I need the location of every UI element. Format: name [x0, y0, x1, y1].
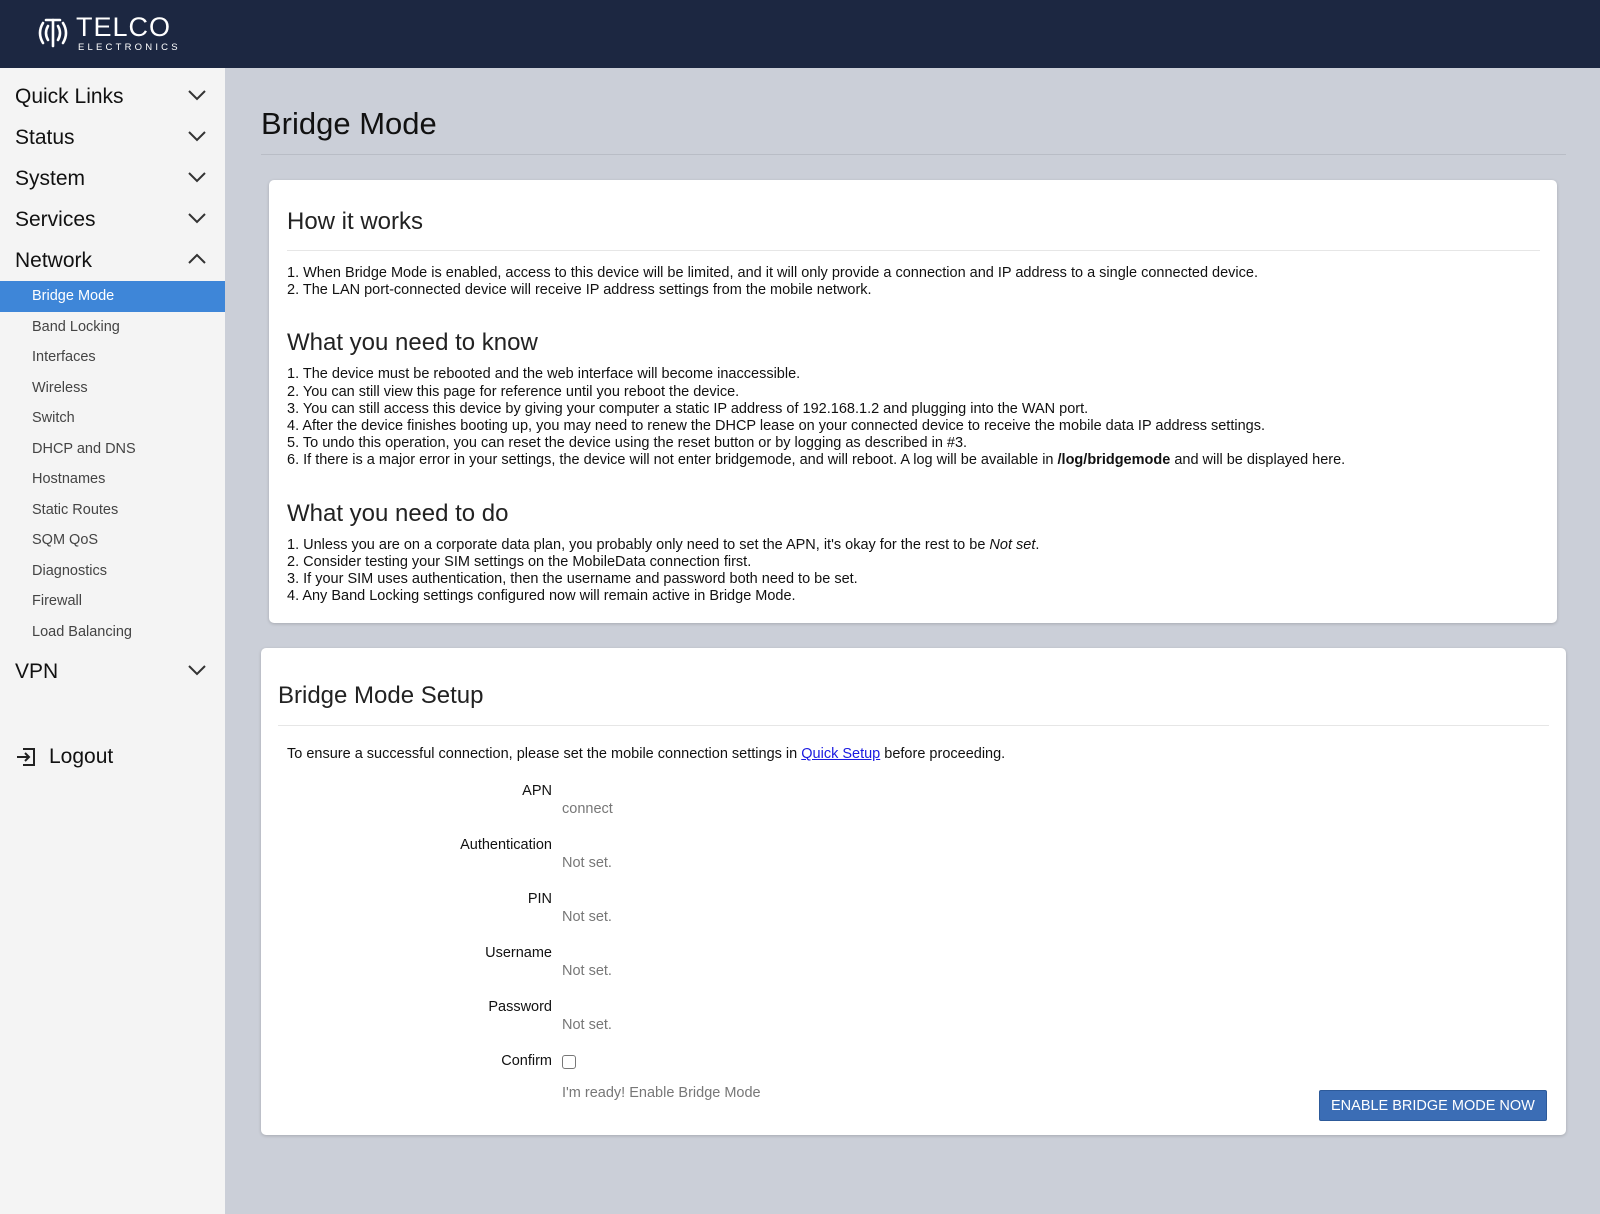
sidebar-section-services[interactable]: Services [0, 199, 225, 240]
how-it-works-heading: How it works [287, 208, 1540, 251]
list-item-text: . [1035, 536, 1040, 553]
how-it-works-list: 1. When Bridge Mode is enabled, access t… [287, 265, 1540, 299]
sidebar-item-firewall[interactable]: Firewall [0, 586, 225, 617]
setup-heading: Bridge Mode Setup [278, 682, 1549, 727]
list-item: 1. Unless you are on a corporate data pl… [287, 537, 1540, 554]
list-item: 5. To undo this operation, you can reset… [287, 435, 968, 452]
chevron-down-icon [188, 90, 206, 101]
list-item: 2. The LAN port-connected device will re… [287, 282, 872, 299]
list-item: 2. Consider testing your SIM settings on… [287, 553, 752, 570]
sidebar-item-bridge-mode[interactable]: Bridge Mode [0, 281, 225, 312]
info-card: How it works 1. When Bridge Mode is enab… [269, 180, 1557, 624]
chevron-down-icon [188, 213, 206, 224]
field-label: APN [522, 783, 552, 800]
field-username: Username Not set. [278, 945, 1549, 999]
field-password: Password Not set. [278, 999, 1549, 1053]
brand-tagline: ELECTRONICS [78, 42, 181, 53]
intro-text: To ensure a successful connection, pleas… [287, 746, 802, 763]
field-apn: APN connect [278, 783, 1549, 837]
page-title: Bridge Mode [261, 106, 1566, 155]
quick-setup-link[interactable]: Quick Setup [801, 746, 880, 762]
sidebar-item-static-routes[interactable]: Static Routes [0, 495, 225, 526]
sidebar-section-status[interactable]: Status [0, 117, 225, 158]
setup-fields: APN connect Authentication Not set. PIN … [278, 783, 1549, 1113]
setup-intro: To ensure a successful connection, pleas… [287, 746, 1549, 762]
telco-logo-icon [38, 18, 68, 48]
field-label: Confirm [501, 1053, 552, 1070]
sidebar-item-diagnostics[interactable]: Diagnostics [0, 556, 225, 587]
logout-label: Logout [49, 745, 114, 768]
sidebar-item-wireless[interactable]: Wireless [0, 373, 225, 404]
field-pin: PIN Not set. [278, 891, 1549, 945]
list-item: 3. If your SIM uses authentication, then… [287, 571, 858, 588]
field-label: PIN [527, 891, 552, 908]
sidebar-section-label: Quick Links [15, 84, 124, 108]
sidebar: Quick Links Status System Services Netwo… [0, 68, 225, 1214]
sidebar-section-label: Status [15, 125, 75, 149]
field-value: Not set. [562, 909, 612, 926]
need-to-do-heading: What you need to do [287, 499, 509, 527]
sidebar-section-system[interactable]: System [0, 158, 225, 199]
sidebar-section-label: VPN [15, 659, 59, 683]
logout-button[interactable]: Logout [0, 737, 225, 777]
sidebar-section-quick-links[interactable]: Quick Links [0, 76, 225, 117]
brand-logo[interactable]: TELCO ELECTRONICS [34, 14, 181, 53]
field-authentication: Authentication Not set. [278, 837, 1549, 891]
sidebar-item-interfaces[interactable]: Interfaces [0, 342, 225, 373]
sidebar-item-load-balancing[interactable]: Load Balancing [0, 617, 225, 648]
sidebar-section-network[interactable]: Network [0, 240, 225, 281]
list-item: 4. Any Band Locking settings configured … [287, 588, 796, 605]
list-item: 2. You can still view this page for refe… [287, 383, 740, 400]
field-value: Not set. [562, 963, 612, 980]
need-to-know-list: 1. The device must be rebooted and the w… [287, 366, 1540, 469]
chevron-down-icon [188, 131, 206, 142]
sidebar-item-sqm-qos[interactable]: SQM QoS [0, 525, 225, 556]
sidebar-item-hostnames[interactable]: Hostnames [0, 464, 225, 495]
chevron-up-icon [188, 253, 206, 264]
field-label: Password [488, 999, 552, 1016]
sidebar-section-label: System [15, 166, 86, 190]
log-path: /log/bridgemode [1057, 452, 1171, 469]
confirm-description: I'm ready! Enable Bridge Mode [562, 1085, 761, 1102]
enable-bridge-mode-button[interactable]: ENABLE BRIDGE MODE NOW [1319, 1090, 1547, 1121]
main-content: Bridge Mode How it works 1. When Bridge … [261, 68, 1566, 1136]
sidebar-item-band-locking[interactable]: Band Locking [0, 312, 225, 343]
logout-icon [17, 748, 35, 766]
sidebar-section-label: Services [15, 207, 96, 231]
field-value: Not set. [562, 855, 612, 872]
list-item: 6. If there is a major error in your set… [287, 452, 1540, 469]
intro-text: before proceeding. [880, 746, 1006, 763]
sidebar-section-label: Network [15, 248, 93, 272]
list-item-text: 1. Unless you are on a corporate data pl… [287, 536, 990, 553]
field-label: Username [485, 945, 552, 962]
sidebar-item-dhcp-dns[interactable]: DHCP and DNS [0, 434, 225, 465]
list-item: 1. The device must be rebooted and the w… [287, 366, 801, 383]
list-item: 4. After the device finishes booting up,… [287, 418, 1265, 435]
chevron-down-icon [188, 665, 206, 676]
sidebar-section-vpn[interactable]: VPN [0, 651, 225, 692]
list-item: 3. You can still access this device by g… [287, 400, 1089, 417]
chevron-down-icon [188, 172, 206, 183]
top-header: TELCO ELECTRONICS [0, 0, 1600, 68]
list-item-text: 6. If there is a major error in your set… [287, 452, 1058, 469]
need-to-do-list: 1. Unless you are on a corporate data pl… [287, 537, 1540, 606]
list-item-text: and will be displayed here. [1170, 452, 1346, 469]
brand-name: TELCO [76, 12, 172, 42]
confirm-checkbox[interactable] [562, 1055, 576, 1070]
field-value: connect [562, 801, 613, 818]
sidebar-item-switch[interactable]: Switch [0, 403, 225, 434]
field-value: Not set. [562, 1017, 612, 1034]
list-item: 1. When Bridge Mode is enabled, access t… [287, 265, 1258, 281]
field-label: Authentication [460, 837, 552, 854]
need-to-know-heading: What you need to know [287, 329, 538, 357]
not-set-emphasis: Not set [989, 536, 1036, 553]
setup-card: Bridge Mode Setup To ensure a successful… [261, 648, 1566, 1136]
